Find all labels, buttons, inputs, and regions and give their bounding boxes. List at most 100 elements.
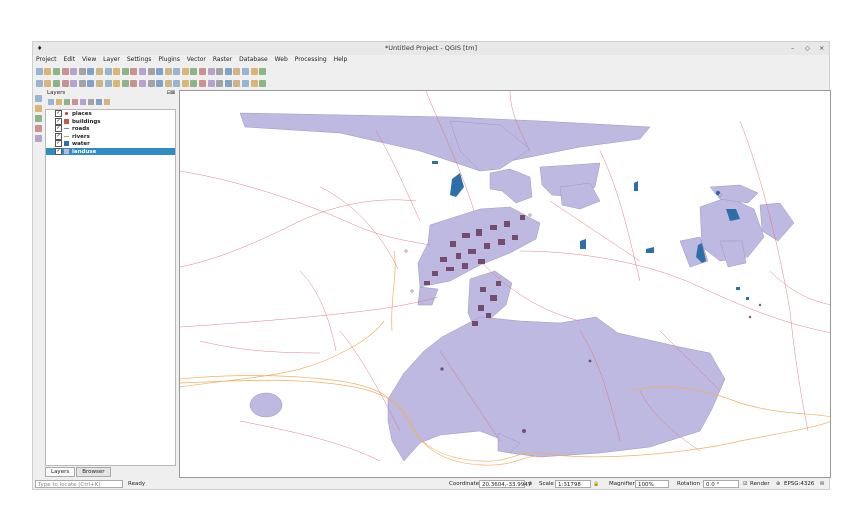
paste-icon[interactable]	[113, 80, 121, 87]
pan-to-selection-icon[interactable]	[95, 68, 103, 75]
expand-icon[interactable]	[88, 99, 94, 105]
add-group-icon[interactable]	[56, 99, 62, 105]
annotation-icon[interactable]	[250, 68, 258, 75]
style-icon[interactable]	[48, 99, 54, 105]
visibility-icon[interactable]	[64, 99, 70, 105]
new-project-icon[interactable]	[35, 68, 43, 75]
layer-row-roads[interactable]: ✓ roads	[46, 125, 175, 133]
move-feature-icon[interactable]	[70, 80, 78, 87]
layer-row-places[interactable]: ✓ places	[46, 110, 175, 118]
menu-database[interactable]: Database	[239, 55, 268, 65]
map-canvas[interactable]	[179, 90, 831, 478]
python-icon[interactable]	[224, 80, 232, 87]
scale-lock-icon[interactable]: 🔒	[593, 480, 599, 489]
label-change-icon[interactable]	[181, 80, 189, 87]
undo-icon[interactable]	[121, 80, 129, 87]
messages-icon[interactable]: ✉	[820, 480, 824, 489]
collapse-icon[interactable]	[96, 99, 102, 105]
delete-icon[interactable]	[87, 80, 95, 87]
add-wms-icon[interactable]	[207, 80, 215, 87]
filter-icon[interactable]	[72, 99, 78, 105]
render-checkbox[interactable]: ☑	[743, 480, 747, 489]
menu-plugins[interactable]: Plugins	[158, 55, 180, 65]
select-icon[interactable]	[199, 68, 207, 75]
add-wms-side-icon[interactable]	[35, 125, 42, 132]
measure-icon[interactable]	[242, 68, 250, 75]
redo-icon[interactable]	[130, 80, 138, 87]
add-vector-icon[interactable]	[35, 95, 42, 102]
cut-icon[interactable]	[95, 80, 103, 87]
menu-layer[interactable]: Layer	[103, 55, 120, 65]
layer-checkbox[interactable]: ✓	[55, 147, 62, 155]
node-tool-icon[interactable]	[78, 80, 86, 87]
minimize-button[interactable]: –	[791, 44, 794, 52]
zoom-last-icon[interactable]	[147, 68, 155, 75]
refresh-icon[interactable]	[181, 68, 189, 75]
zoom-selection-icon[interactable]	[130, 68, 138, 75]
browser-icon[interactable]	[216, 80, 224, 87]
layer-row-rivers[interactable]: ✓ rivers	[46, 132, 175, 141]
tab-browser[interactable]: Browser	[76, 467, 111, 477]
crs-globe-icon[interactable]: ⊛	[776, 480, 780, 489]
deselect-icon[interactable]	[207, 68, 215, 75]
add-feature-icon[interactable]	[61, 80, 69, 87]
copy-icon[interactable]	[104, 80, 112, 87]
label-show-icon[interactable]	[156, 80, 164, 87]
georef-icon[interactable]	[199, 80, 207, 87]
menu-edit[interactable]: Edit	[63, 55, 75, 65]
save-icon[interactable]	[52, 68, 60, 75]
menu-processing[interactable]: Processing	[295, 55, 327, 65]
layer-row-landuse[interactable]: ✓ landuse	[46, 147, 175, 155]
scale-field[interactable]: 1:31798	[555, 480, 591, 488]
add-csv-icon[interactable]	[35, 135, 42, 142]
text-icon[interactable]	[250, 80, 258, 87]
add-postgis-icon[interactable]	[35, 115, 42, 122]
panel-float-close-icon[interactable]: ⊟⊠	[167, 90, 175, 96]
menu-view[interactable]: View	[82, 55, 96, 65]
menu-web[interactable]: Web	[275, 55, 288, 65]
identify-icon[interactable]	[190, 68, 198, 75]
layer-checkbox[interactable]: ✓	[55, 125, 62, 132]
field-calc-icon[interactable]	[224, 68, 232, 75]
layer-checkbox[interactable]: ✓	[55, 132, 62, 140]
toggle-edit-icon[interactable]	[35, 80, 43, 87]
layer-checkbox[interactable]: ✓	[55, 110, 62, 117]
label-move-icon[interactable]	[164, 80, 172, 87]
digitize-icon[interactable]	[233, 80, 241, 87]
help-icon[interactable]	[259, 80, 267, 87]
save-as-icon[interactable]	[61, 68, 69, 75]
menu-help[interactable]: Help	[334, 55, 348, 65]
pan-icon[interactable]	[87, 68, 95, 75]
label-pin-icon[interactable]	[147, 80, 155, 87]
label-tool-icon[interactable]	[190, 80, 198, 87]
label-icon[interactable]	[138, 80, 146, 87]
toggle-extents-icon[interactable]: ⊕	[528, 480, 532, 489]
zoom-layer-icon[interactable]	[138, 68, 146, 75]
remove-layer-icon[interactable]	[104, 99, 110, 105]
zoom-next-icon[interactable]	[156, 68, 164, 75]
zoom-full-icon[interactable]	[121, 68, 129, 75]
save-edits-icon[interactable]	[52, 80, 60, 87]
zoom-out-icon[interactable]	[113, 68, 121, 75]
layer-checkbox[interactable]: ✓	[55, 140, 62, 147]
tips-icon[interactable]	[259, 68, 267, 75]
processing-icon[interactable]	[242, 80, 250, 87]
show-bookmarks-icon[interactable]	[173, 68, 181, 75]
tab-layers[interactable]: Layers	[45, 467, 76, 477]
new-bookmark-icon[interactable]	[164, 68, 172, 75]
open-project-icon[interactable]	[44, 68, 52, 75]
crs-label[interactable]: EPSG:4326	[784, 480, 814, 489]
label-rotate-icon[interactable]	[173, 80, 181, 87]
add-raster-icon[interactable]	[35, 105, 42, 112]
layer-checkbox[interactable]: ✓	[55, 117, 62, 125]
menu-raster[interactable]: Raster	[213, 55, 232, 65]
menu-settings[interactable]: Settings	[127, 55, 152, 65]
menu-project[interactable]: Project	[36, 55, 57, 65]
menu-vector[interactable]: Vector	[187, 55, 206, 65]
print-layout-icon[interactable]	[70, 68, 78, 75]
restore-button[interactable]: ◇	[805, 44, 810, 52]
pencil-icon[interactable]	[44, 80, 52, 87]
layer-row-buildings[interactable]: ✓ buildings	[46, 117, 175, 126]
layer-row-water[interactable]: ✓ water	[46, 140, 175, 148]
filter-legend-icon[interactable]	[80, 99, 86, 105]
